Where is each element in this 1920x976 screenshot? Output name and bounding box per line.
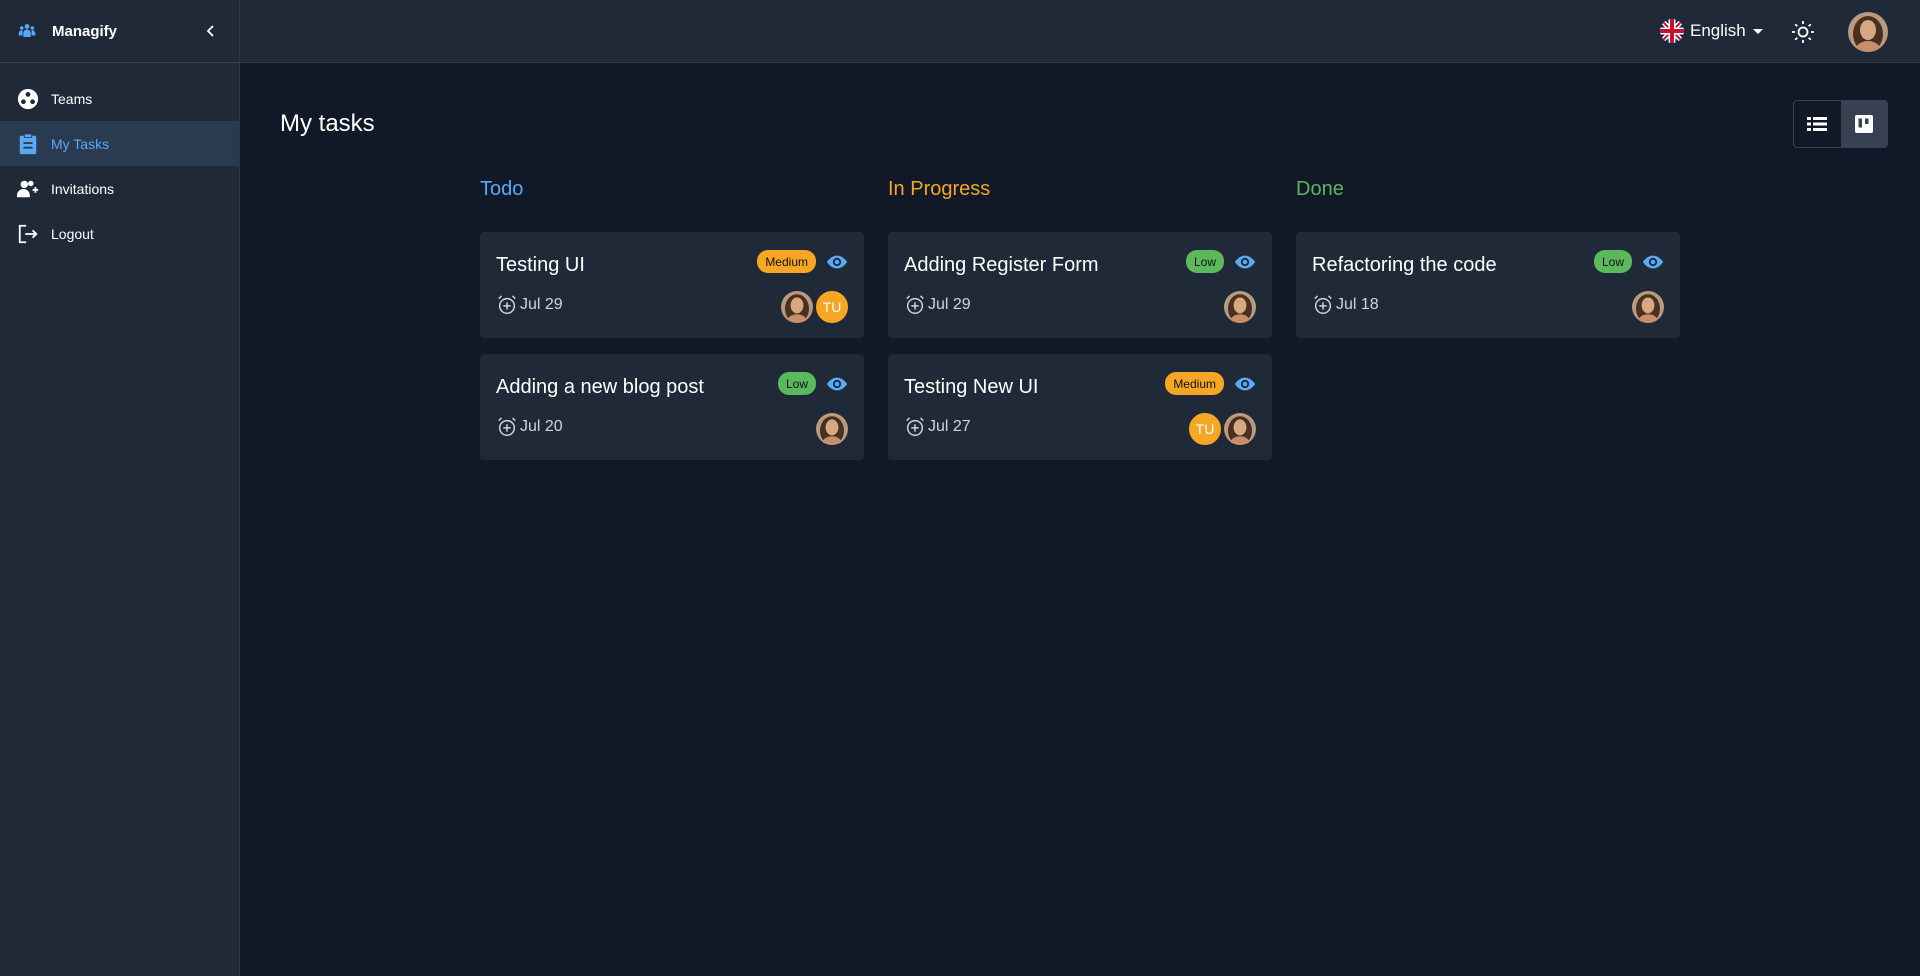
column-in-progress: In Progress Adding Register Form Low Jul… [888, 178, 1272, 460]
sidebar-nav: Teams My Tasks Invitations Logout [0, 63, 239, 256]
due-date: Jul 29 [496, 294, 563, 316]
priority-badge: Medium [1165, 372, 1224, 395]
sidebar-item-label: Logout [51, 225, 94, 242]
assignee-avatar-initials: TU [816, 291, 848, 323]
alarm-add-icon [1314, 295, 1332, 314]
task-title: Testing New UI [904, 376, 1039, 398]
due-date-label: Jul 29 [928, 296, 971, 313]
brand: Managify [0, 0, 239, 63]
sidebar-item-teams[interactable]: Teams [0, 76, 239, 121]
column-title: Done [1296, 178, 1344, 200]
column-todo: Todo Testing UI Medium Jul 29 TU Adding … [480, 178, 864, 460]
sidebar: Managify Teams My Tasks Invitations Logo… [0, 0, 240, 976]
clipboard-icon [16, 132, 40, 156]
due-date: Jul 20 [496, 416, 563, 438]
board-view-button[interactable] [1840, 101, 1887, 147]
view-task-icon[interactable] [826, 251, 848, 273]
column-done: Done Refactoring the code Low Jul 18 [1296, 178, 1680, 338]
task-card[interactable]: Testing New UI Medium Jul 27 TU [888, 354, 1272, 460]
uk-flag-icon [1660, 19, 1684, 43]
sidebar-item-label: Invitations [51, 180, 115, 197]
task-title: Adding Register Form [904, 254, 1099, 276]
sidebar-item-label: Teams [51, 90, 93, 107]
alarm-add-icon [906, 417, 924, 436]
task-title: Testing UI [496, 254, 585, 276]
task-title: Adding a new blog post [496, 376, 704, 398]
assignees: TU [778, 291, 848, 323]
teams-icon [16, 87, 40, 111]
theme-toggle-button[interactable] [1791, 20, 1815, 44]
due-date: Jul 29 [904, 294, 971, 316]
priority-badge: Low [1593, 250, 1632, 273]
priority-badge: Medium [757, 250, 816, 273]
view-task-icon[interactable] [1234, 373, 1256, 395]
app-name: Managify [52, 22, 118, 40]
list-view-button[interactable] [1794, 101, 1841, 147]
priority-badge: Low [1185, 250, 1224, 273]
assignees [813, 413, 848, 445]
page-title: My tasks [280, 110, 375, 137]
due-date: Jul 18 [1312, 294, 1379, 316]
alarm-add-icon [906, 295, 924, 314]
assignee-avatar [781, 291, 813, 323]
sidebar-item-my-tasks[interactable]: My Tasks [0, 121, 239, 166]
sidebar-item-logout[interactable]: Logout [0, 211, 239, 256]
assignees [1221, 291, 1256, 323]
due-date-label: Jul 20 [520, 418, 563, 435]
assignees [1629, 291, 1664, 323]
due-date: Jul 27 [904, 416, 971, 438]
kanban-icon [1854, 115, 1873, 133]
assignees: TU [1186, 413, 1256, 445]
collapse-sidebar-button[interactable] [201, 21, 221, 41]
managify-logo-icon [18, 24, 36, 37]
task-card[interactable]: Adding a new blog post Low Jul 20 [480, 354, 864, 460]
assignee-avatar [1632, 291, 1664, 323]
task-card[interactable]: Adding Register Form Low Jul 29 [888, 232, 1272, 338]
sun-icon [1792, 21, 1814, 43]
caret-down-icon [1752, 28, 1763, 34]
view-task-icon[interactable] [1642, 251, 1664, 273]
add-user-icon [16, 177, 40, 201]
view-toggle [1793, 100, 1888, 148]
due-date-label: Jul 27 [928, 418, 971, 435]
due-date-label: Jul 29 [520, 296, 563, 313]
sidebar-item-invitations[interactable]: Invitations [0, 166, 239, 211]
due-date-label: Jul 18 [1336, 296, 1379, 313]
task-card[interactable]: Testing UI Medium Jul 29 TU [480, 232, 864, 338]
assignee-avatar [816, 413, 848, 445]
assignee-avatar-initials: TU [1189, 413, 1221, 445]
task-card[interactable]: Refactoring the code Low Jul 18 [1296, 232, 1680, 338]
language-label: English [1690, 21, 1746, 40]
assignee-avatar [1224, 413, 1256, 445]
alarm-add-icon [498, 417, 516, 436]
view-task-icon[interactable] [1234, 251, 1256, 273]
user-avatar[interactable] [1848, 12, 1888, 52]
sidebar-item-label: My Tasks [51, 135, 110, 152]
logout-icon [16, 222, 40, 246]
priority-badge: Low [777, 372, 816, 395]
column-title: In Progress [888, 178, 991, 200]
assignee-avatar [1224, 291, 1256, 323]
alarm-add-icon [498, 295, 516, 314]
column-title: Todo [480, 178, 524, 200]
list-icon [1807, 117, 1828, 131]
chevron-left-icon [206, 25, 214, 37]
view-task-icon[interactable] [826, 373, 848, 395]
language-selector[interactable]: English [1660, 19, 1763, 43]
task-title: Refactoring the code [1312, 254, 1497, 276]
